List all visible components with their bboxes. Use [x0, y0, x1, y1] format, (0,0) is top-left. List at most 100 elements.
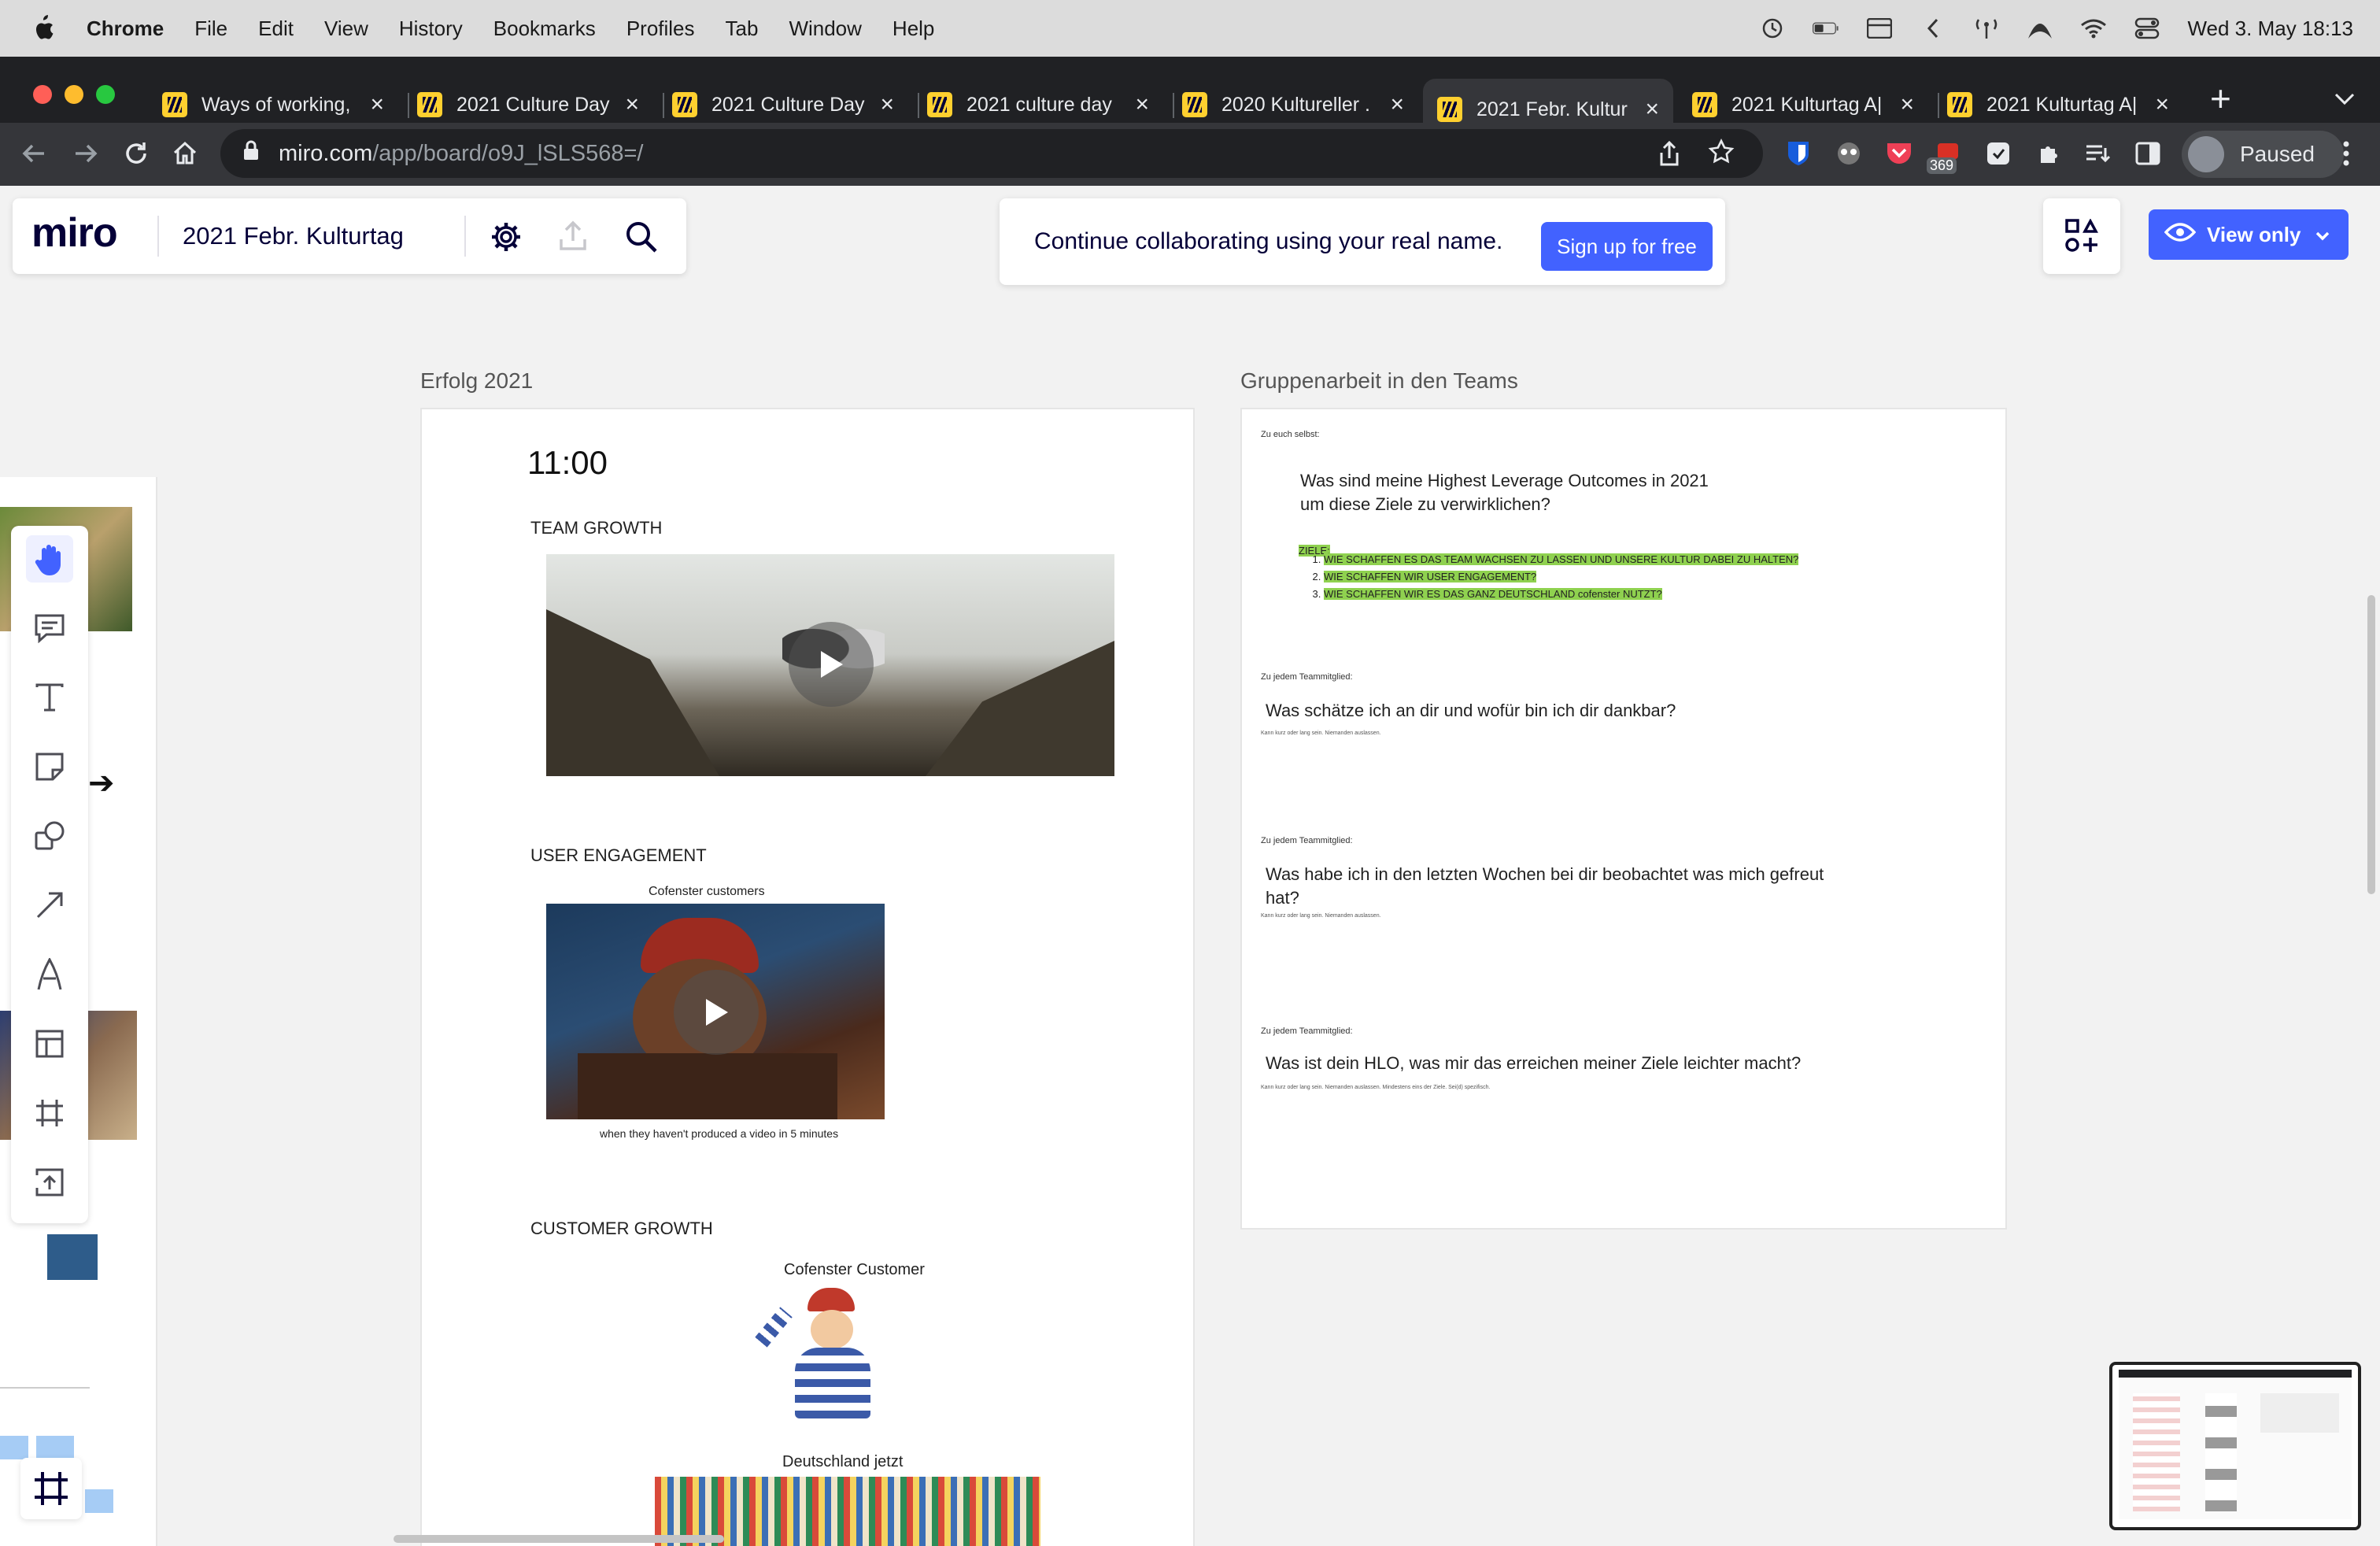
play-icon[interactable]: [674, 970, 759, 1055]
bitwarden-extension-icon[interactable]: [1782, 137, 1815, 170]
text-tool-button[interactable]: [26, 674, 73, 721]
view-only-button[interactable]: View only: [2149, 209, 2349, 260]
menu-app-chrome[interactable]: Chrome: [87, 17, 164, 41]
url-path: /app/board/o9J_lSLS568=/: [372, 140, 644, 166]
question-2: Was schätze ich an dir und wofür bin ich…: [1266, 701, 1676, 720]
tab-separator: [663, 93, 664, 118]
close-tab-icon[interactable]: ×: [1900, 91, 1914, 118]
connection-line-tool-button[interactable]: [26, 882, 73, 929]
upload-tool-button[interactable]: [26, 1159, 73, 1206]
extension-shield-icon[interactable]: [1982, 137, 2015, 170]
extensions-puzzle-icon[interactable]: [2032, 137, 2065, 170]
waldo-illustration[interactable]: [752, 1288, 910, 1420]
goals-list: WIE SCHAFFEN ES DAS TEAM WACHSEN ZU LASS…: [1286, 551, 1799, 603]
extension-owl-icon[interactable]: [1832, 137, 1865, 170]
address-bar[interactable]: miro.com/app/board/o9J_lSLS568=/: [220, 129, 1763, 178]
export-upload-icon[interactable]: [557, 220, 589, 256]
menu-edit[interactable]: Edit: [258, 17, 294, 41]
clock-text[interactable]: Wed 3. May 18:13: [2187, 17, 2353, 41]
miro-logo[interactable]: miro: [31, 209, 118, 257]
close-tab-icon[interactable]: ×: [2155, 91, 2169, 118]
time-machine-icon[interactable]: [1759, 15, 1786, 42]
play-icon[interactable]: [789, 622, 874, 707]
frames-panel-button[interactable]: [20, 1458, 82, 1519]
menu-window[interactable]: Window: [789, 17, 861, 41]
frame-title-erfolg[interactable]: Erfolg 2021: [420, 368, 533, 394]
tab-separator: [918, 93, 919, 118]
board-minimap[interactable]: [2109, 1362, 2361, 1530]
antenna-icon[interactable]: [1973, 15, 2000, 42]
home-icon[interactable]: [168, 137, 201, 170]
board-title[interactable]: 2021 Febr. Kulturtag: [183, 222, 404, 250]
close-tab-icon[interactable]: ×: [1645, 96, 1659, 123]
minimap-header: [2119, 1370, 2352, 1378]
menu-history[interactable]: History: [399, 17, 463, 41]
sign-up-button[interactable]: Sign up for free: [1541, 222, 1713, 271]
search-icon[interactable]: [625, 220, 658, 257]
wifi-icon[interactable]: [2080, 15, 2107, 42]
tab-title: Ways of working,: [201, 93, 351, 116]
menu-tab[interactable]: Tab: [726, 17, 759, 41]
reading-list-icon[interactable]: [2081, 137, 2114, 170]
frame-gruppenarbeit[interactable]: Zu euch selbst: Was sind meine Highest L…: [1240, 408, 2007, 1230]
menu-view[interactable]: View: [324, 17, 368, 41]
divider: [157, 216, 159, 257]
user-engagement-video[interactable]: [546, 904, 885, 1119]
forward-icon[interactable]: [69, 137, 102, 170]
pen-tool-button[interactable]: [26, 951, 73, 998]
profile-button[interactable]: Paused: [2182, 131, 2344, 178]
arrow-line-icon: [36, 892, 63, 919]
apple-icon[interactable]: [30, 14, 55, 43]
miro-favicon-icon: [417, 92, 442, 117]
miro-board-canvas[interactable]: ➔ miro 2021 Febr. Kulturtag Continue col…: [0, 186, 2380, 1546]
vertical-scrollbar[interactable]: [2367, 595, 2375, 894]
sticky-note-tool-button[interactable]: [26, 743, 73, 790]
hand-tool-button[interactable]: [26, 535, 73, 583]
reload-icon[interactable]: [120, 137, 153, 170]
back-icon[interactable]: [17, 137, 50, 170]
templates-tool-button[interactable]: [26, 1020, 73, 1067]
zoom-window-button[interactable]: [96, 85, 115, 104]
close-tab-icon[interactable]: ×: [880, 91, 894, 118]
chevron-left-icon[interactable]: [1920, 15, 1946, 42]
close-tab-icon[interactable]: ×: [370, 91, 384, 118]
pocket-extension-icon[interactable]: [1883, 137, 1916, 170]
lock-icon[interactable]: [242, 139, 260, 168]
horizontal-scrollbar[interactable]: [394, 1535, 724, 1543]
menu-bookmarks[interactable]: Bookmarks: [493, 17, 596, 41]
tool-palette: [11, 526, 88, 1223]
close-tab-icon[interactable]: ×: [1135, 91, 1149, 118]
frame-erfolg[interactable]: 11:00 TEAM GROWTH USER ENGAGEMENT Cofens…: [420, 408, 1195, 1546]
battery-icon[interactable]: [1813, 15, 1839, 42]
side-panel-icon[interactable]: [2131, 137, 2164, 170]
close-tab-icon[interactable]: ×: [625, 91, 639, 118]
close-window-button[interactable]: [33, 85, 52, 104]
more-menu-icon[interactable]: [2330, 137, 2363, 170]
shapes-tool-button[interactable]: [26, 812, 73, 860]
share-icon[interactable]: [1658, 140, 1681, 173]
miro-favicon-icon: [1437, 97, 1462, 122]
control-center-icon[interactable]: [2134, 15, 2160, 42]
frame-tool-button[interactable]: [26, 1089, 73, 1137]
settings-gear-icon[interactable]: [490, 220, 523, 257]
tab-search-chevron-icon[interactable]: [2333, 91, 2356, 111]
chevron-down-icon: [2315, 223, 2330, 247]
deutschland-caption: Deutschland jetzt: [782, 1453, 904, 1470]
frame-title-gruppenarbeit[interactable]: Gruppenarbeit in den Teams: [1240, 368, 1518, 394]
minimize-window-button[interactable]: [65, 85, 83, 104]
apps-icon[interactable]: [2065, 218, 2098, 256]
bookmark-star-icon[interactable]: [1708, 139, 1735, 172]
vpn-icon[interactable]: [2027, 15, 2053, 42]
team-growth-video[interactable]: [546, 554, 1114, 776]
comment-tool-button[interactable]: [26, 605, 73, 652]
close-tab-icon[interactable]: ×: [1390, 91, 1404, 118]
window-icon[interactable]: [1866, 15, 1893, 42]
minimap-frame: [2260, 1393, 2339, 1433]
menu-file[interactable]: File: [194, 17, 227, 41]
rock-left: [546, 609, 719, 776]
menu-profiles[interactable]: Profiles: [626, 17, 695, 41]
tab-title: 2021 Culture Day: [456, 93, 610, 116]
menu-help[interactable]: Help: [893, 17, 934, 41]
rock-right: [926, 641, 1114, 776]
new-tab-icon[interactable]: +: [2210, 77, 2231, 120]
